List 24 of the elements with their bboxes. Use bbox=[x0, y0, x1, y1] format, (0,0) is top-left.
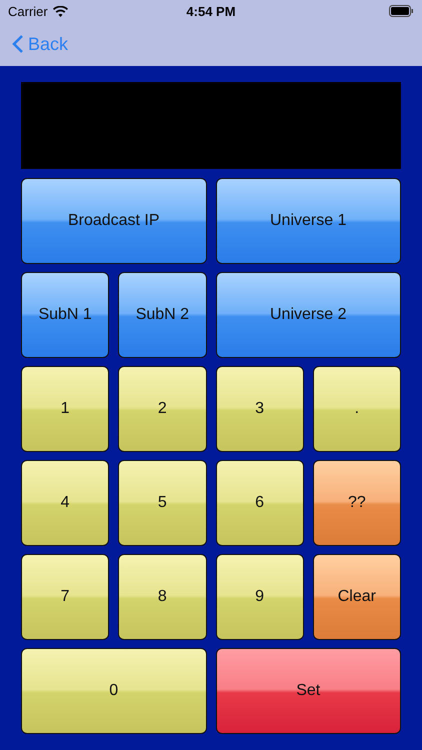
keypad-button[interactable]: 2 bbox=[118, 366, 206, 452]
keypad-button[interactable]: . bbox=[312, 366, 401, 452]
keypad-button[interactable]: 1 bbox=[21, 366, 110, 452]
keypad-button[interactable]: SubN 1 bbox=[21, 272, 110, 358]
keypad-button[interactable]: Clear bbox=[312, 554, 401, 640]
status-time: 4:54 PM bbox=[186, 4, 236, 18]
keypad-button[interactable]: 6 bbox=[216, 460, 304, 546]
keypad-button[interactable]: Broadcast IP bbox=[21, 178, 206, 264]
keypad-button[interactable]: 4 bbox=[21, 460, 110, 546]
keypad-button[interactable]: 9 bbox=[216, 554, 304, 640]
battery-icon bbox=[388, 5, 414, 17]
keypad-button[interactable]: ?? bbox=[312, 460, 401, 546]
keypad-button[interactable]: 5 bbox=[118, 460, 206, 546]
keypad-button[interactable]: 7 bbox=[21, 554, 110, 640]
keypad-button[interactable]: Universe 1 bbox=[216, 178, 401, 264]
chevron-left-icon bbox=[12, 34, 24, 54]
keypad-button[interactable]: 0 bbox=[21, 648, 206, 734]
keypad-button[interactable]: 3 bbox=[216, 366, 304, 452]
wifi-icon bbox=[52, 6, 68, 16]
carrier-label: Carrier bbox=[8, 4, 48, 18]
keypad-button[interactable]: Universe 2 bbox=[216, 272, 401, 358]
keypad-button[interactable]: Set bbox=[216, 648, 401, 734]
keypad-button[interactable]: SubN 2 bbox=[118, 272, 206, 358]
keypad-button[interactable]: 8 bbox=[118, 554, 206, 640]
